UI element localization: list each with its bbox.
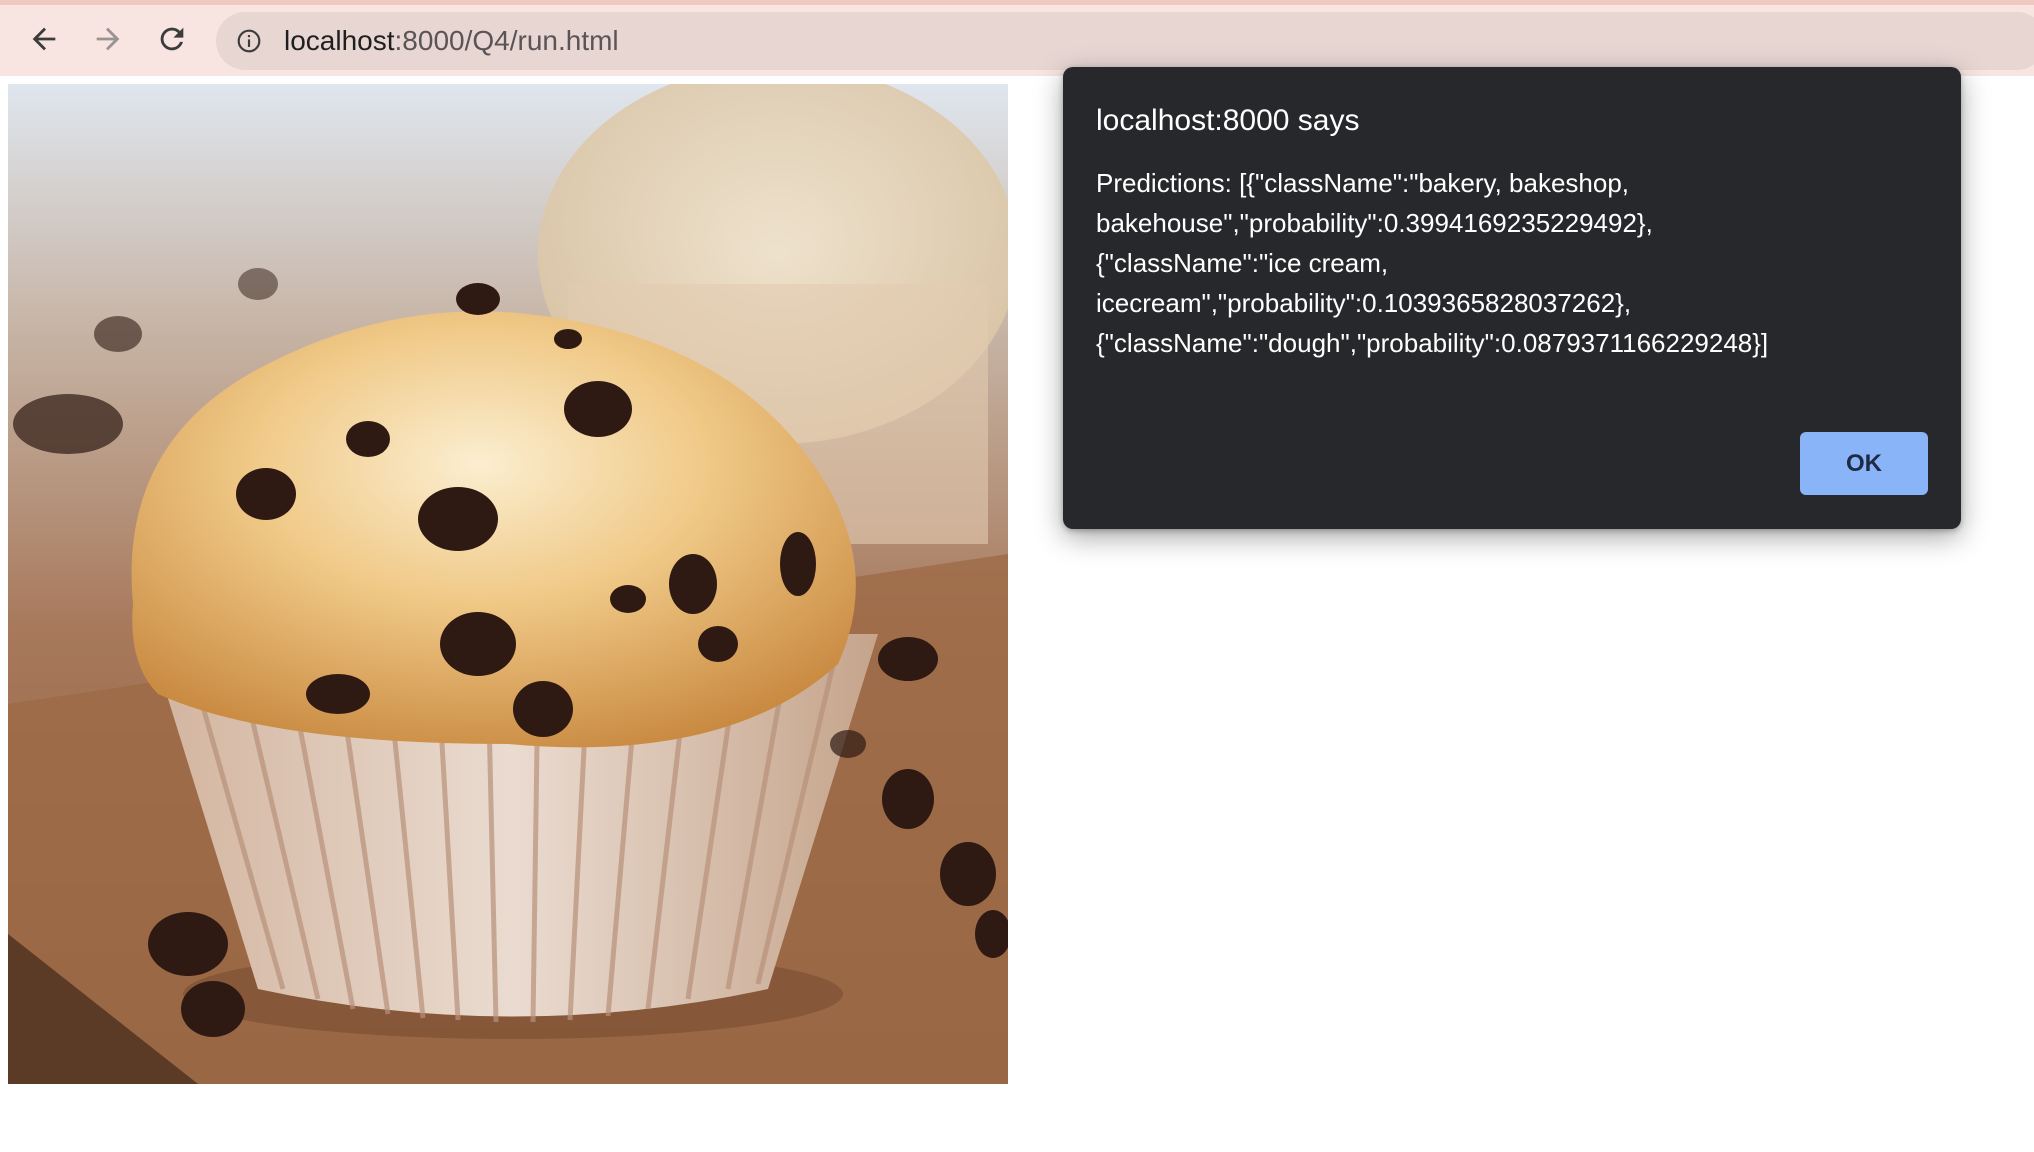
reload-button[interactable] [152,19,192,59]
muffin-image [8,84,1008,1084]
alert-message-line: {"className":"ice cream, [1096,248,1389,278]
alert-message: Predictions: [{"className":"bakery, bake… [1096,163,1926,363]
address-bar[interactable]: localhost:8000/Q4/run.html [216,12,2034,70]
url-text[interactable]: localhost:8000/Q4/run.html [284,26,619,56]
info-icon[interactable] [236,28,262,54]
url-path: :8000/Q4/run.html [394,25,619,56]
browser-toolbar: localhost:8000/Q4/run.html [0,0,2034,76]
arrow-left-icon [32,27,56,51]
back-button[interactable] [24,19,64,59]
reload-icon [160,27,184,51]
alert-message-line: bakehouse","probability":0.3994169235229… [1096,208,1653,238]
arrow-right-icon [96,27,120,51]
alert-title: localhost:8000 says [1096,104,1360,137]
alert-message-line: {"className":"dough","probability":0.087… [1096,328,1769,358]
alert-dialog: localhost:8000 says Predictions: [{"clas… [1063,67,1961,529]
url-host: localhost [284,25,395,56]
forward-button[interactable] [88,19,128,59]
alert-message-line: icecream","probability":0.10393658280372… [1096,288,1632,318]
ok-button[interactable]: OK [1800,432,1928,495]
alert-message-line: Predictions: [{"className":"bakery, bake… [1096,168,1630,198]
